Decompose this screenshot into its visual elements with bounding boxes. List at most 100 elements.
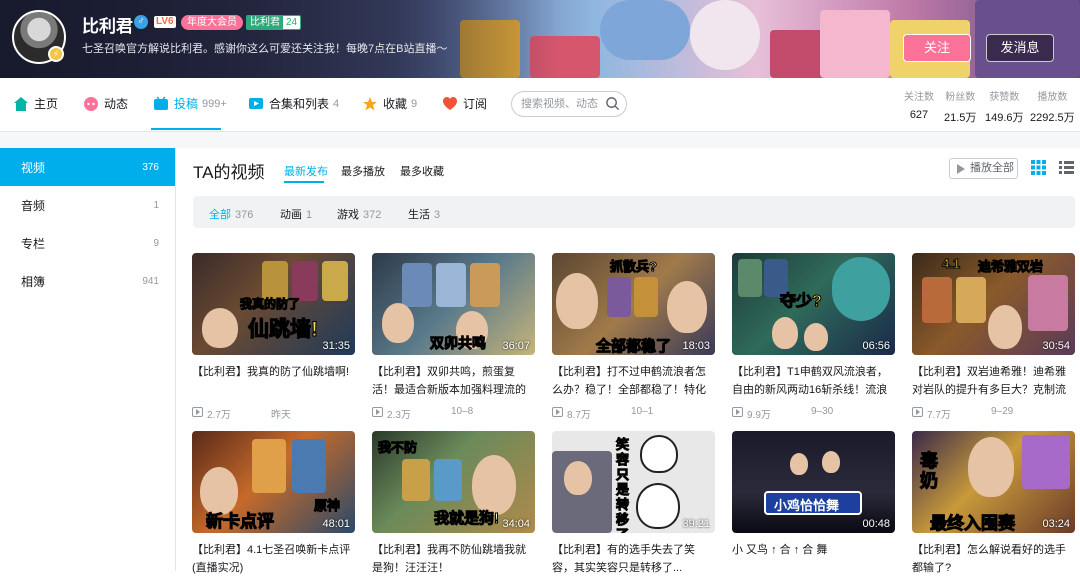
video-thumbnail[interactable]: 我真的防了 仙跳墙! 31:35 (192, 253, 355, 355)
sidebar-item-videos[interactable]: 视频 376 (0, 148, 175, 186)
stat-label: 粉丝数 (945, 92, 976, 103)
video-card[interactable]: 小鸡恰恰舞 00:48 小 又鸟 ↑ 合 ↑ 合 舞 (732, 431, 895, 577)
sidebar-item-articles[interactable]: 专栏 9 (0, 224, 175, 262)
tab-home[interactable]: 主页 (13, 95, 58, 112)
video-card[interactable]: 原神 新卡点评 48:01 【比利君】4.1七圣召唤新卡点评(直播实况) (192, 431, 355, 577)
video-thumbnail[interactable]: 4.1 迪希雅双岩 30:54 (912, 253, 1075, 355)
video-meta: 2.3万 10–8 (372, 406, 535, 421)
play-all-button[interactable]: 播放全部 (949, 158, 1018, 179)
video-duration: 06:56 (862, 340, 890, 352)
thumbnail-caption: 我不防 (377, 440, 418, 456)
video-title[interactable]: 【比利君】有的选手失去了笑容，其实笑容只是转移了... (552, 541, 715, 577)
video-thumbnail[interactable]: 原神 新卡点评 48:01 (192, 431, 355, 533)
video-title[interactable]: 【比利君】怎么解说看好的选手都输了? (912, 541, 1075, 577)
filter-label: 生活 (408, 209, 430, 221)
tab-label: 动态 (104, 97, 129, 111)
video-duration: 00:48 (862, 518, 890, 530)
video-card[interactable]: 双卯共鸣 36:07 【比利君】双卯共鸣，煎蛋复活！最适合新版本加强料理流的角色… (372, 253, 535, 421)
tab-uploads[interactable]: 投稿 999+ (153, 95, 227, 112)
fan-medal-level: 24 (283, 16, 301, 29)
video-title[interactable]: 【比利君】T1申鹤双风流浪者，自由的新风两动16斩杀线！流浪者正 (732, 363, 895, 399)
thumbnail-caption: 双卯共鸣 (430, 335, 487, 352)
video-title[interactable]: 【比利君】双卯共鸣，煎蛋复活！最适合新版本加强料理流的角色构 (372, 363, 535, 399)
video-card[interactable]: 毒奶 最终入围赛 03:24 【比利君】怎么解说看好的选手都输了? (912, 431, 1075, 577)
video-title[interactable]: 小 又鸟 ↑ 合 ↑ 合 舞 (732, 541, 895, 577)
dynamic-icon (84, 96, 98, 111)
filter-all[interactable]: 全部 376 (209, 206, 253, 222)
video-card[interactable]: 我不防 我就是狗! 34:04 【比利君】我再不防仙跳墙我就是狗！汪汪汪！ (372, 431, 535, 577)
thumbnail-caption: 小鸡恰恰舞 (774, 498, 840, 513)
sidebar-item-audio[interactable]: 音频 1 (0, 186, 175, 224)
sort-tab-most-played[interactable]: 最多播放 (341, 163, 385, 179)
video-thumbnail[interactable]: 抓散兵? 全部都稳了 18:03 (552, 253, 715, 355)
stat-plays: 播放数 2292.5万 (1030, 88, 1075, 125)
video-thumbnail[interactable]: 笑容只是转移了 39:21 (552, 431, 715, 533)
video-card[interactable]: 抓散兵? 全部都稳了 18:03 【比利君】打不过申鹤流浪者怎么办？稳了！全部都… (552, 253, 715, 421)
video-meta: 2.7万 昨天 (192, 406, 355, 421)
sort-tab-most-favorited[interactable]: 最多收藏 (400, 163, 444, 179)
user-sign: 七圣召唤官方解说比利君。感谢你这么可爱还关注我！每晚7点在B站直播～ (82, 43, 448, 55)
tab-collections[interactable]: 合集和列表 4 (248, 95, 339, 112)
star-icon (363, 96, 377, 110)
list-view-icon[interactable] (1059, 160, 1074, 175)
upload-date: 昨天 (271, 410, 291, 421)
play-count: 2.3万 (372, 406, 411, 421)
thumbnail-caption: 4.1 (941, 256, 961, 272)
playlist-icon (249, 97, 263, 109)
tab-label: 投稿 (174, 97, 199, 111)
video-thumbnail[interactable]: 毒奶 最终入围赛 03:24 (912, 431, 1075, 533)
search-icon[interactable] (605, 96, 620, 111)
filter-game[interactable]: 游戏 372 (337, 206, 381, 222)
video-title[interactable]: 【比利君】我再不防仙跳墙我就是狗！汪汪汪！ (372, 541, 535, 577)
play-count-icon (192, 407, 203, 417)
video-card[interactable]: 夺少? 06:56 【比利君】T1申鹤双风流浪者，自由的新风两动16斩杀线！流浪… (732, 253, 895, 421)
play-count-icon (732, 407, 743, 417)
tab-subscriptions[interactable]: 订阅 (442, 95, 487, 112)
video-title[interactable]: 【比利君】打不过申鹤流浪者怎么办？稳了！全部都稳了！特化针对申 (552, 363, 715, 399)
upload-date: 10–1 (631, 406, 654, 417)
video-duration: 34:04 (502, 518, 530, 530)
thumbnail-caption: 抓散兵? (610, 259, 658, 275)
stat-following[interactable]: 关注数 627 (904, 88, 934, 121)
play-icon (957, 164, 965, 174)
video-duration: 48:01 (322, 518, 350, 530)
follow-button[interactable]: 关注 (903, 34, 971, 62)
video-thumbnail[interactable]: 小鸡恰恰舞 00:48 (732, 431, 895, 533)
filter-animation[interactable]: 动画 1 (280, 206, 312, 222)
thumbnail-caption: 最终入围赛 (930, 514, 1016, 534)
tab-favorites[interactable]: 收藏 9 (362, 95, 417, 112)
username: 比利君 (82, 17, 133, 36)
tab-label: 合集和列表 (269, 97, 330, 111)
video-duration: 30:54 (1042, 340, 1070, 352)
banner-character-decoration (600, 0, 690, 60)
banner-character-decoration (690, 0, 760, 70)
fan-medal[interactable]: 比利君 24 (246, 15, 302, 30)
sidebar-item-albums[interactable]: 相簿 941 (0, 262, 175, 300)
vip-badge[interactable]: 年度大会员 (181, 15, 243, 30)
filter-life[interactable]: 生活 3 (408, 206, 440, 222)
stat-label: 播放数 (1037, 92, 1068, 103)
video-thumbnail[interactable]: 双卯共鸣 36:07 (372, 253, 535, 355)
filter-count: 1 (306, 209, 313, 221)
tab-label: 订阅 (463, 97, 488, 111)
play-count: 8.7万 (552, 406, 591, 421)
message-button[interactable]: 发消息 (986, 34, 1054, 62)
video-thumbnail[interactable]: 夺少? 06:56 (732, 253, 895, 355)
video-thumbnail[interactable]: 我不防 我就是狗! 34:04 (372, 431, 535, 533)
video-card[interactable]: 4.1 迪希雅双岩 30:54 【比利君】双岩迪希雅！迪希雅对岩队的提升有多巨大… (912, 253, 1075, 421)
play-count-icon (912, 407, 923, 417)
stat-fans[interactable]: 粉丝数 21.5万 (944, 88, 976, 125)
sidebar-item-label: 视频 (21, 160, 46, 175)
video-card[interactable]: 我真的防了 仙跳墙! 31:35 【比利君】我真的防了仙跳墙啊! 2.7万 昨天 (192, 253, 355, 421)
video-title[interactable]: 【比利君】我真的防了仙跳墙啊! (192, 363, 355, 399)
sort-tab-latest[interactable]: 最新发布 (284, 163, 328, 179)
tab-count: 999+ (202, 97, 227, 110)
thumbnail-caption: 新卡点评 (206, 512, 275, 532)
video-title[interactable]: 【比利君】双岩迪希雅！迪希雅对岩队的提升有多巨大？克制流浪者 (912, 363, 1075, 399)
sidebar-item-label: 相簿 (21, 274, 46, 289)
grid-view-icon[interactable] (1031, 160, 1046, 175)
search-input[interactable]: 搜索视频、动态 (511, 91, 627, 117)
video-title[interactable]: 【比利君】4.1七圣召唤新卡点评(直播实况) (192, 541, 355, 577)
tab-dynamic[interactable]: 动态 (83, 95, 128, 112)
video-card[interactable]: 笑容只是转移了 39:21 【比利君】有的选手失去了笑容，其实笑容只是转移了..… (552, 431, 715, 577)
